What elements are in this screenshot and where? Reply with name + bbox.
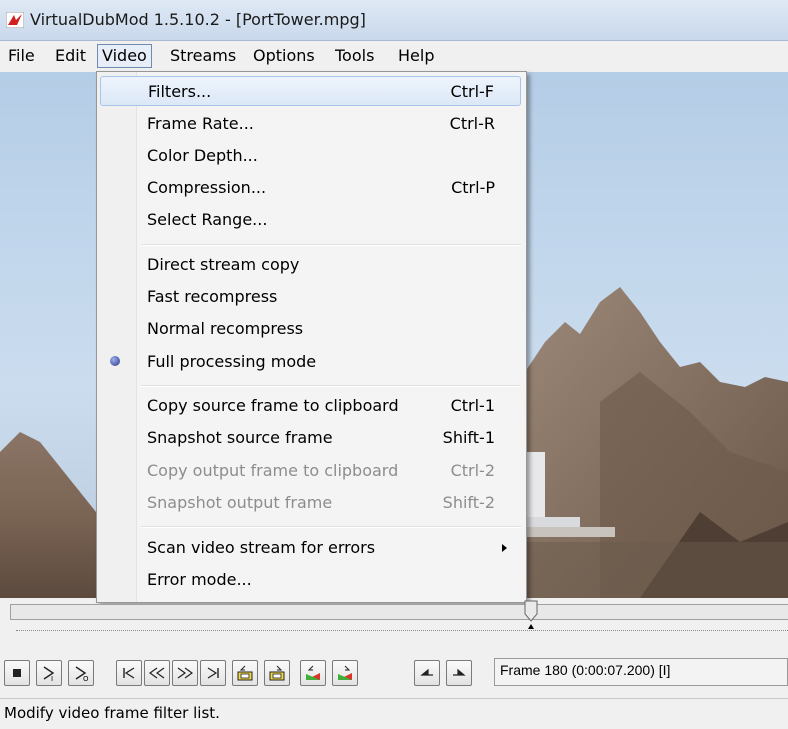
- menu-item-label: Error mode...: [147, 570, 252, 589]
- mark-out-icon: [453, 668, 466, 676]
- menu-item-label: Snapshot output frame: [147, 493, 333, 512]
- next-keyframe-button[interactable]: [264, 660, 290, 686]
- menu-item-shortcut: Shift-1: [442, 428, 495, 447]
- menu-item-color-depth[interactable]: Color Depth...: [100, 141, 521, 171]
- play-input-button[interactable]: I: [36, 660, 62, 686]
- window-title: VirtualDubMod 1.5.10.2 - [PortTower.mpg]: [30, 10, 366, 29]
- menu-item-label: Snapshot source frame: [147, 428, 333, 447]
- stop-button[interactable]: [4, 660, 30, 686]
- menu-item-snapshot-source-frame[interactable]: Snapshot source frame Shift-1: [100, 423, 521, 453]
- play-output-icon: O: [75, 666, 89, 682]
- menu-streams[interactable]: Streams: [166, 45, 240, 67]
- timeline-ticks: [16, 630, 788, 633]
- submenu-arrow-icon: [502, 544, 507, 552]
- play-output-button[interactable]: O: [68, 660, 94, 686]
- menu-item-label: Frame Rate...: [147, 114, 254, 133]
- next-scene-button[interactable]: [332, 660, 358, 686]
- menu-item-label: Select Range...: [147, 210, 268, 229]
- menu-item-label: Full processing mode: [147, 352, 317, 371]
- menu-edit[interactable]: Edit: [51, 45, 90, 67]
- menu-item-label: Filters...: [148, 82, 212, 101]
- video-menu-dropdown: Filters... Ctrl-F Frame Rate... Ctrl-R C…: [96, 71, 527, 603]
- svg-text:O: O: [83, 675, 89, 682]
- menu-item-label: Color Depth...: [147, 146, 258, 165]
- menu-separator: [141, 244, 521, 246]
- menu-item-label: Compression...: [147, 178, 267, 197]
- menu-item-shortcut: Ctrl-1: [450, 396, 495, 415]
- menu-item-filters[interactable]: Filters... Ctrl-F: [100, 76, 521, 106]
- menu-item-normal-recompress[interactable]: Normal recompress: [100, 314, 521, 344]
- current-position-marker: [528, 624, 535, 629]
- menu-item-shortcut: Ctrl-P: [451, 178, 495, 197]
- menu-item-label: Fast recompress: [147, 287, 278, 306]
- menu-item-copy-output-frame: Copy output frame to clipboard Ctrl-2: [100, 456, 521, 486]
- menu-item-label: Copy source frame to clipboard: [147, 396, 399, 415]
- menu-help[interactable]: Help: [394, 45, 438, 67]
- menu-item-label: Scan video stream for errors: [147, 538, 376, 557]
- previous-keyframe-icon: [237, 665, 253, 681]
- status-bar: Modify video frame filter list.: [0, 698, 788, 729]
- menu-item-fast-recompress[interactable]: Fast recompress: [100, 282, 521, 312]
- menu-item-scan-video-stream[interactable]: Scan video stream for errors: [100, 533, 521, 563]
- menu-tools[interactable]: Tools: [331, 45, 378, 67]
- menu-item-label: Copy output frame to clipboard: [147, 461, 399, 480]
- go-to-end-icon: [207, 667, 219, 679]
- stop-icon: [13, 669, 21, 677]
- previous-frame-button[interactable]: [144, 660, 170, 686]
- menu-item-select-range[interactable]: Select Range...: [100, 205, 521, 235]
- virtualdub-app-icon: [6, 12, 24, 28]
- menu-separator: [141, 385, 521, 387]
- menu-video[interactable]: Video: [97, 44, 152, 68]
- next-scene-icon: [338, 665, 352, 680]
- menu-item-direct-stream-copy[interactable]: Direct stream copy: [100, 250, 521, 280]
- menu-item-frame-rate[interactable]: Frame Rate... Ctrl-R: [100, 109, 521, 139]
- play-input-icon: I: [43, 666, 55, 682]
- go-to-start-icon: [123, 667, 135, 679]
- seek-thumb[interactable]: [524, 600, 538, 622]
- mark-in-icon: [420, 668, 433, 676]
- menu-item-label: Normal recompress: [147, 319, 304, 338]
- fast-forward-icon: [177, 667, 194, 679]
- svg-text:I: I: [51, 675, 53, 682]
- menu-item-shortcut: Ctrl-2: [450, 461, 495, 480]
- rewind-icon: [148, 667, 165, 679]
- frame-position-readout: Frame 180 (0:00:07.200) [I]: [494, 658, 788, 686]
- title-bar: VirtualDubMod 1.5.10.2 - [PortTower.mpg]: [0, 0, 788, 41]
- menu-item-shortcut: Ctrl-F: [450, 82, 494, 101]
- seek-track[interactable]: [10, 604, 788, 620]
- menu-item-label: Direct stream copy: [147, 255, 300, 274]
- menu-item-snapshot-output-frame: Snapshot output frame Shift-2: [100, 488, 521, 518]
- mark-in-button[interactable]: [414, 660, 440, 686]
- menu-item-full-processing-mode[interactable]: Full processing mode: [100, 347, 521, 377]
- next-keyframe-icon: [269, 665, 285, 681]
- go-to-end-button[interactable]: [200, 660, 226, 686]
- previous-keyframe-button[interactable]: [232, 660, 258, 686]
- radio-selected-icon: [110, 356, 120, 366]
- menu-separator: [141, 526, 521, 528]
- menu-item-shortcut: Ctrl-R: [449, 114, 495, 133]
- menu-bar: File Edit Video Streams Options Tools He…: [0, 41, 788, 71]
- previous-scene-button[interactable]: [300, 660, 326, 686]
- status-text: Modify video frame filter list.: [4, 704, 220, 722]
- menu-item-error-mode[interactable]: Error mode...: [100, 565, 521, 595]
- menu-item-shortcut: Shift-2: [442, 493, 495, 512]
- menu-options[interactable]: Options: [249, 45, 319, 67]
- menu-item-copy-source-frame[interactable]: Copy source frame to clipboard Ctrl-1: [100, 391, 521, 421]
- previous-scene-icon: [306, 665, 320, 680]
- go-to-start-button[interactable]: [116, 660, 142, 686]
- next-frame-button[interactable]: [172, 660, 198, 686]
- menu-item-compression[interactable]: Compression... Ctrl-P: [100, 173, 521, 203]
- menu-file[interactable]: File: [4, 45, 39, 67]
- mark-out-button[interactable]: [446, 660, 472, 686]
